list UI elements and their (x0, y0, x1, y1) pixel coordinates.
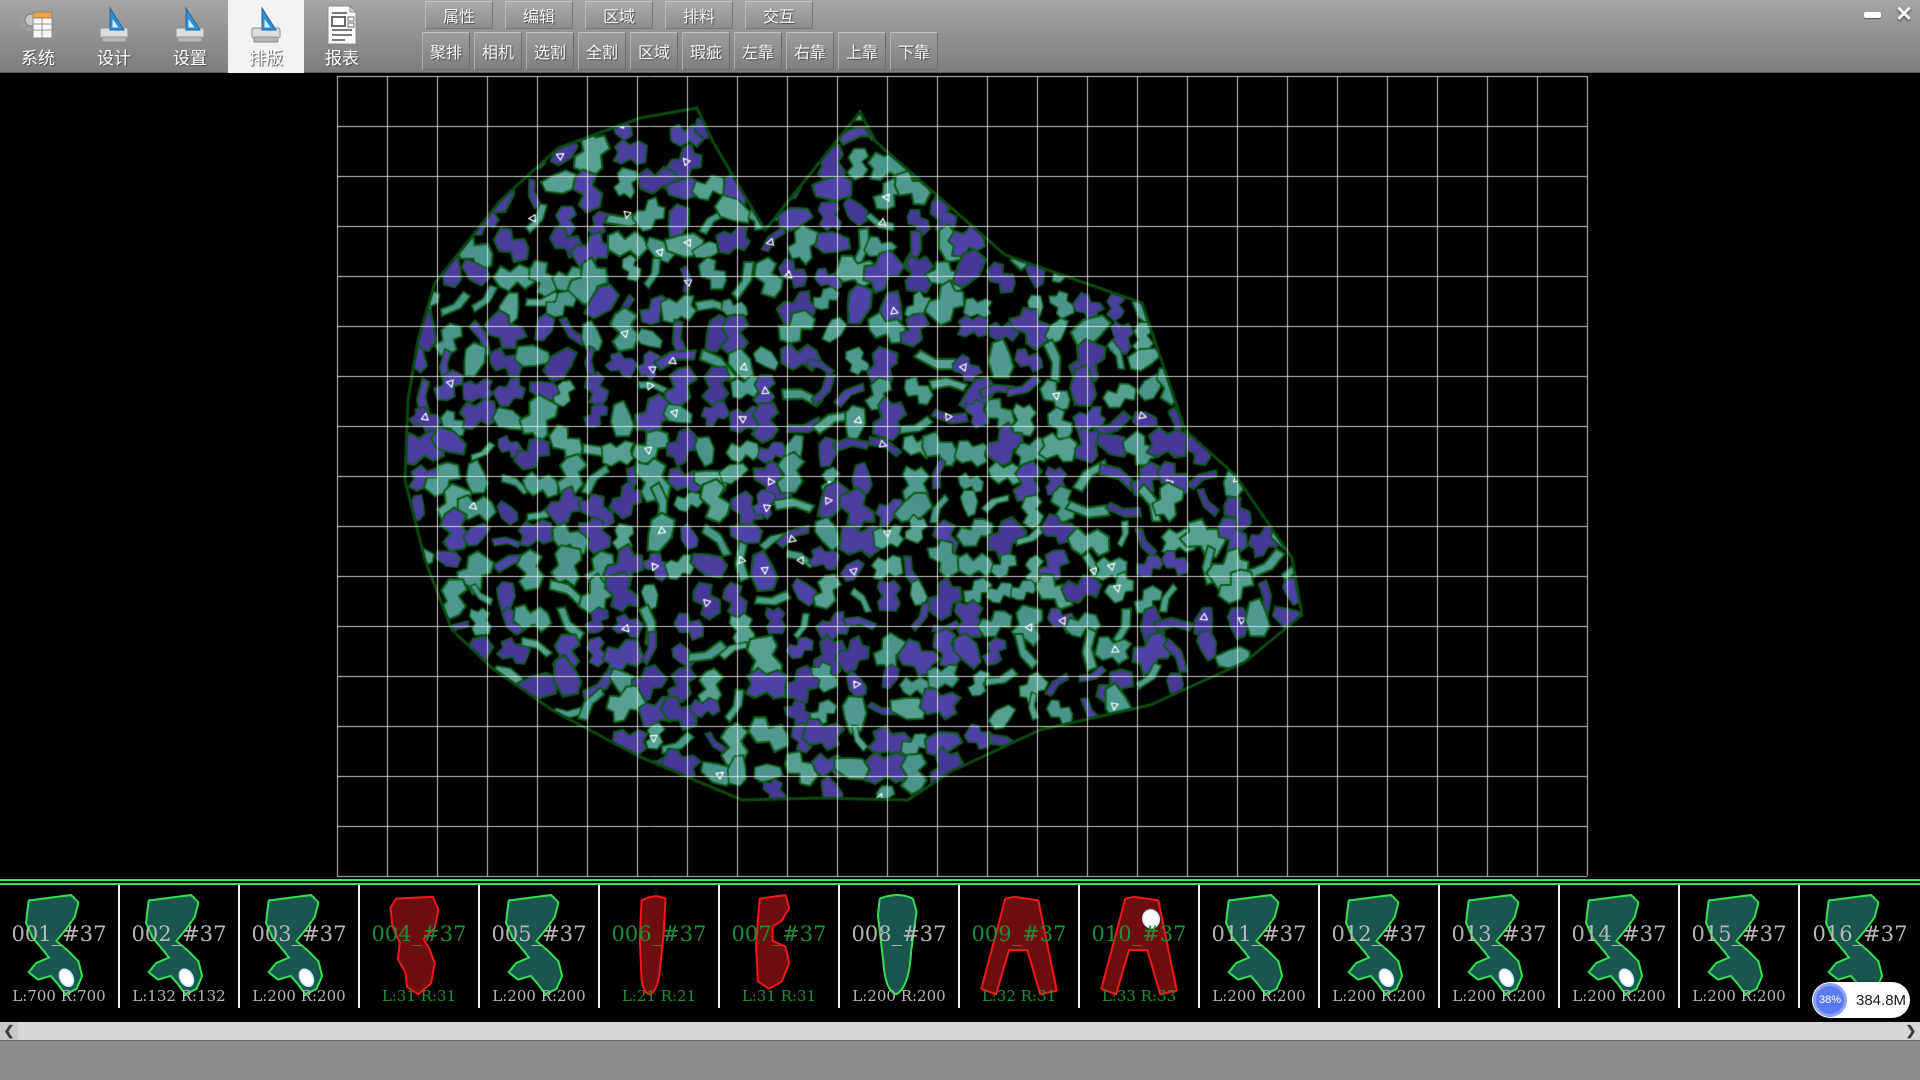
tool-button-右靠-7[interactable]: 右靠 (786, 32, 834, 70)
piece-lr-label: L:700 R:700 (0, 987, 118, 1005)
report-document-icon (321, 3, 363, 47)
thumbnail-cell-006_#37[interactable]: 006_#37 L:21 R:21 (600, 885, 720, 1008)
piece-id-label: 008_#37 (840, 922, 958, 946)
piece-id-label: 010_#37 (1080, 922, 1198, 946)
thumbnail-cell-010_#37[interactable]: 010_#37 L:33 R:33 (1080, 885, 1200, 1008)
minimize-button[interactable] (1858, 3, 1886, 26)
piece-lr-label: L:200 R:200 (1200, 987, 1318, 1005)
piece-id-label: 011_#37 (1200, 922, 1318, 946)
thumbnail-cell-003_#37[interactable]: 003_#37 L:200 R:200 (240, 885, 360, 1008)
system-gear-icon (17, 3, 59, 47)
piece-lr-label: L:200 R:200 (1560, 987, 1678, 1005)
memory-percent-badge: 38% (1813, 983, 1847, 1017)
piece-id-label: 009_#37 (960, 922, 1078, 946)
thumbnail-cell-011_#37[interactable]: 011_#37 L:200 R:200 (1200, 885, 1320, 1008)
tool-button-瑕疵-5[interactable]: 瑕疵 (682, 32, 730, 70)
close-icon: ✕ (1895, 5, 1913, 25)
piece-lr-label: L:31 R:31 (360, 987, 478, 1005)
tool-button-相机-1[interactable]: 相机 (474, 32, 522, 70)
piece-id-label: 015_#37 (1680, 922, 1798, 946)
tool-button-选割-2[interactable]: 选割 (526, 32, 574, 70)
piece-lr-label: L:200 R:200 (1320, 987, 1438, 1005)
thumbnail-cell-014_#37[interactable]: 014_#37 L:200 R:200 (1560, 885, 1680, 1008)
main-button-label: 设置 (173, 49, 207, 69)
piece-id-label: 002_#37 (120, 922, 238, 946)
menu-tab-属性[interactable]: 属性 (425, 1, 493, 29)
piece-id-label: 012_#37 (1320, 922, 1438, 946)
piece-lr-label: L:200 R:200 (1680, 987, 1798, 1005)
piece-lr-label: L:32 R:31 (960, 987, 1078, 1005)
thumbnail-cell-005_#37[interactable]: 005_#37 L:200 R:200 (480, 885, 600, 1008)
piece-lr-label: L:200 R:200 (240, 987, 358, 1005)
main-button-label: 设计 (97, 49, 131, 69)
thumbnail-strip-footer (0, 1008, 1920, 1022)
minimize-icon (1864, 12, 1881, 18)
piece-id-label: 006_#37 (600, 922, 718, 946)
layout-ruler-icon (245, 3, 287, 47)
canvas-area (0, 73, 1920, 879)
menu-tab-编辑[interactable]: 编辑 (505, 1, 573, 29)
memory-size-label: 384.8M (1856, 992, 1906, 1009)
memory-status-pill[interactable]: 38% 384.8M (1812, 982, 1910, 1018)
piece-lr-label: L:21 R:21 (600, 987, 718, 1005)
main-button-label: 排版 (249, 49, 283, 69)
design-ruler-icon (93, 3, 135, 47)
thumbnail-cell-013_#37[interactable]: 013_#37 L:200 R:200 (1440, 885, 1560, 1008)
main-button-系统[interactable]: 系统 (0, 0, 76, 73)
piece-lr-label: L:132 R:132 (120, 987, 238, 1005)
tool-button-聚排-0[interactable]: 聚排 (422, 32, 470, 70)
main-button-设计[interactable]: 设计 (76, 0, 152, 73)
main-button-排版[interactable]: 排版 (228, 0, 304, 73)
thumbnail-cell-008_#37[interactable]: 008_#37 L:200 R:200 (840, 885, 960, 1008)
menu-tab-排料[interactable]: 排料 (665, 1, 733, 29)
scroll-right-button[interactable]: ❯ (1902, 1022, 1920, 1040)
piece-lr-label: L:200 R:200 (840, 987, 958, 1005)
tool-button-上靠-8[interactable]: 上靠 (838, 32, 886, 70)
main-button-label: 报表 (325, 49, 359, 69)
menu-tab-区域[interactable]: 区域 (585, 1, 653, 29)
thumbnail-cell-012_#37[interactable]: 012_#37 L:200 R:200 (1320, 885, 1440, 1008)
piece-id-label: 005_#37 (480, 922, 598, 946)
main-button-报表[interactable]: 报表 (304, 0, 380, 73)
scroll-left-button[interactable]: ❮ (0, 1022, 18, 1040)
status-bar (0, 1040, 1920, 1080)
piece-id-label: 016_#37 (1800, 922, 1920, 946)
piece-thumbnail-strip: 001_#37L:700 R:700002_#37L:132 R:132003_… (0, 885, 1920, 1008)
piece-lr-label: L:33 R:33 (1080, 987, 1198, 1005)
close-button[interactable]: ✕ (1890, 3, 1918, 26)
top-toolbar: 系统设计设置排版报表 属性编辑区域排料交互 聚排相机选割全割区域瑕疵左靠右靠上靠… (0, 0, 1920, 73)
thumbnail-cell-001_#37[interactable]: 001_#37 L:700 R:700 (0, 885, 120, 1008)
thumbnail-cell-002_#37[interactable]: 002_#37 L:132 R:132 (120, 885, 240, 1008)
settings-ruler-icon (169, 3, 211, 47)
tool-button-下靠-9[interactable]: 下靠 (890, 32, 938, 70)
tool-button-全割-3[interactable]: 全割 (578, 32, 626, 70)
piece-lr-label: L:200 R:200 (480, 987, 598, 1005)
piece-id-label: 001_#37 (0, 922, 118, 946)
nesting-canvas[interactable] (0, 73, 1920, 879)
thumbnail-cell-007_#37[interactable]: 007_#37 L:31 R:31 (720, 885, 840, 1008)
horizontal-scrollbar[interactable]: ❮ ❯ (0, 1022, 1920, 1040)
piece-id-label: 013_#37 (1440, 922, 1558, 946)
main-button-设置[interactable]: 设置 (152, 0, 228, 73)
piece-id-label: 004_#37 (360, 922, 478, 946)
thumbnail-cell-009_#37[interactable]: 009_#37 L:32 R:31 (960, 885, 1080, 1008)
thumbnail-cell-004_#37[interactable]: 004_#37 L:31 R:31 (360, 885, 480, 1008)
tool-button-左靠-6[interactable]: 左靠 (734, 32, 782, 70)
piece-lr-label: L:31 R:31 (720, 987, 838, 1005)
tool-button-区域-4[interactable]: 区域 (630, 32, 678, 70)
piece-id-label: 007_#37 (720, 922, 838, 946)
piece-id-label: 014_#37 (1560, 922, 1678, 946)
menu-tab-交互[interactable]: 交互 (745, 1, 813, 29)
main-button-label: 系统 (21, 49, 55, 69)
thumbnail-cell-015_#37[interactable]: 015_#37 L:200 R:200 (1680, 885, 1800, 1008)
piece-id-label: 003_#37 (240, 922, 358, 946)
piece-lr-label: L:200 R:200 (1440, 987, 1558, 1005)
